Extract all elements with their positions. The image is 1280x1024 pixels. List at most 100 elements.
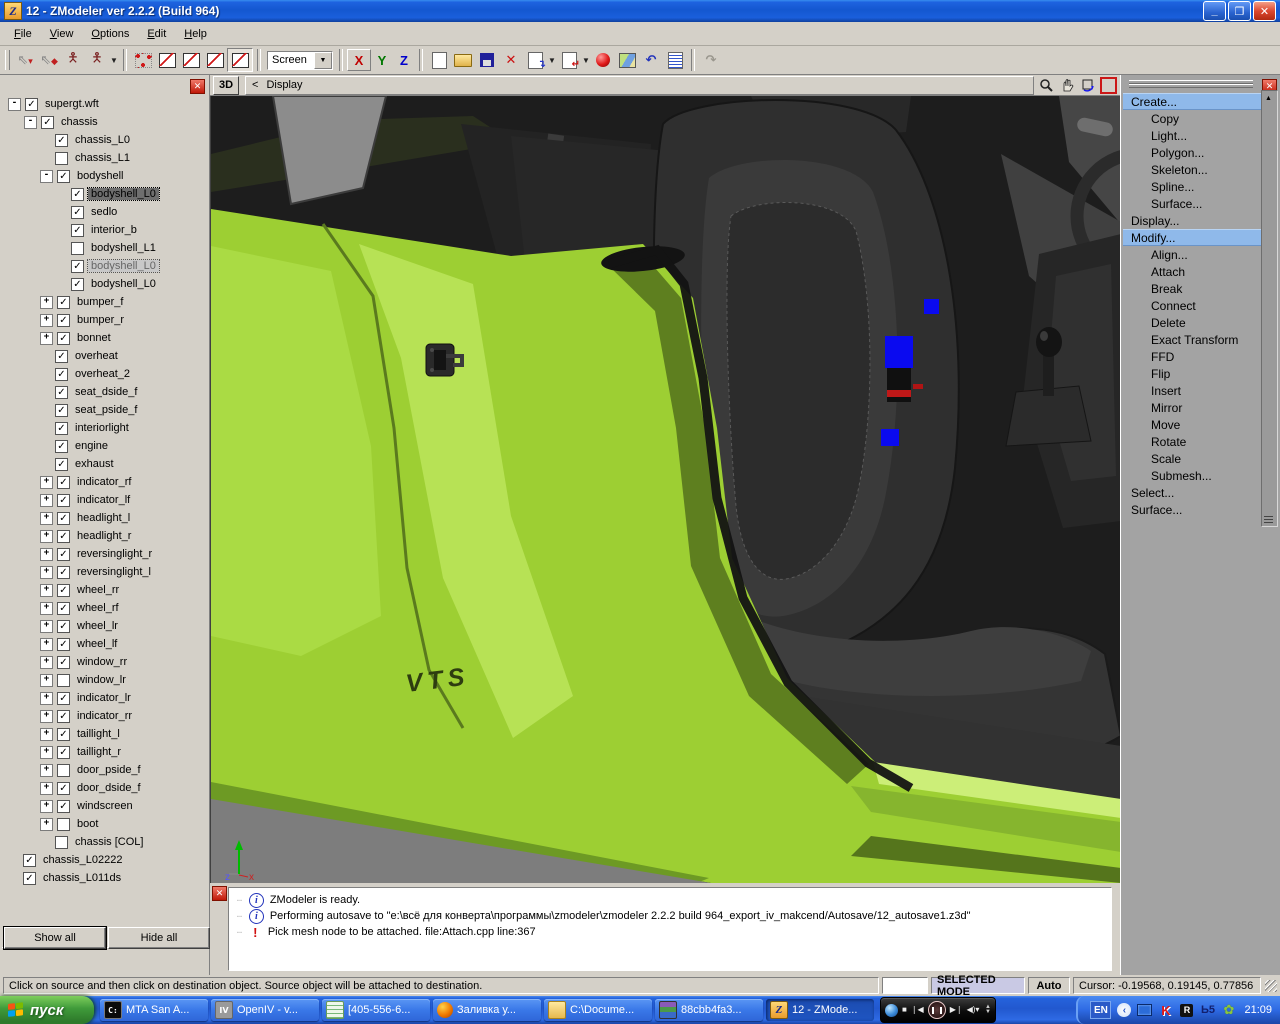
log-icon[interactable] [663,49,687,71]
tree-checkbox[interactable]: ✓ [55,440,68,453]
tree-row[interactable]: +✓reversinglight_r [2,545,206,563]
tree-item-seat-dside-f[interactable]: seat_dside_f [72,386,140,398]
expand-expander-icon[interactable]: + [40,638,53,651]
tree-checkbox[interactable]: ✓ [55,404,68,417]
panel-grip[interactable] [1129,84,1253,88]
material-editor-icon[interactable] [591,49,615,71]
tree-row[interactable]: +✓bonnet [2,329,206,347]
combobox-arrow-icon[interactable]: ▼ [314,52,332,69]
tree-row[interactable]: -✓chassis [2,113,206,131]
tree-row[interactable]: +boot [2,815,206,833]
tree-row[interactable]: ✓seat_dside_f [2,383,206,401]
tree-checkbox[interactable]: ✓ [71,260,84,273]
skeleton-dropdown-icon[interactable]: ▼ [109,49,119,71]
tree-row[interactable]: +✓indicator_lr [2,689,206,707]
tree-row[interactable]: +✓headlight_r [2,527,206,545]
tree-row[interactable]: chassis_L1 [2,149,206,167]
tree-item-bumper-r[interactable]: bumper_r [74,314,127,326]
expand-expander-icon[interactable]: + [40,692,53,705]
maximize-view-icon[interactable] [1099,77,1118,94]
import-dropdown-icon[interactable]: ▼ [547,49,557,71]
tree-checkbox[interactable]: ✓ [71,188,84,201]
tree-checkbox[interactable] [57,674,70,687]
tree-item-wheel-lf[interactable]: wheel_lf [74,638,120,650]
expand-expander-icon[interactable]: + [40,710,53,723]
polygons-level-icon[interactable] [203,49,227,71]
tree-item-bodyshell[interactable]: bodyshell [74,170,126,182]
collapse-expander-icon[interactable]: - [24,116,37,129]
bone-mode-icon[interactable]: 🯅 [85,49,109,71]
tree-checkbox[interactable]: ✓ [71,278,84,291]
tree-item-taillight-l[interactable]: taillight_l [74,728,123,740]
tree-item-chassis-l02222[interactable]: chassis_L02222 [40,854,126,866]
tree-row[interactable]: +✓indicator_lf [2,491,206,509]
b5-tray-item[interactable]: Ь5 [1200,1003,1215,1018]
breadcrumb-back[interactable]: < [252,79,258,91]
tree-checkbox[interactable]: ✓ [57,782,70,795]
tree-item-interior-b[interactable]: interior_b [88,224,140,236]
tree-checkbox[interactable] [57,818,70,831]
command-create[interactable]: Create... [1123,93,1261,110]
menu-edit[interactable]: Edit [139,25,174,43]
tree-row[interactable]: +✓headlight_l [2,509,206,527]
taskbar-button-openiv-v[interactable]: IVOpenIV - v... [211,999,319,1021]
tree-checkbox[interactable]: ✓ [57,656,70,669]
tree-item-window-rr[interactable]: window_rr [74,656,130,668]
command-polygon[interactable]: Polygon... [1123,144,1261,161]
edges-level-icon[interactable] [155,49,179,71]
tree-item-bodyshell-l0[interactable]: bodyshell_L0 [88,260,159,272]
view-3d-button[interactable]: 3D [213,76,239,95]
tree-row[interactable]: -✓bodyshell [2,167,206,185]
tree-row[interactable]: +✓wheel_rr [2,581,206,599]
tree-item-exhaust[interactable]: exhaust [72,458,117,470]
tree-checkbox[interactable]: ✓ [25,98,38,111]
tree-item-chassis-l0[interactable]: chassis_L0 [72,134,133,146]
tree-item-indicator-lr[interactable]: indicator_lr [74,692,134,704]
tree-checkbox[interactable]: ✓ [57,296,70,309]
tree-item-indicator-rf[interactable]: indicator_rf [74,476,134,488]
tree-item-headlight-r[interactable]: headlight_r [74,530,134,542]
tree-checkbox[interactable]: ✓ [55,134,68,147]
menu-file[interactable]: File [6,25,40,43]
tree-row[interactable]: ✓overheat [2,347,206,365]
tree-row[interactable]: +✓wheel_rf [2,599,206,617]
scroll-grip[interactable] [1264,516,1273,524]
expand-expander-icon[interactable]: + [40,800,53,813]
faces-level-icon[interactable] [179,49,203,71]
tree-row[interactable]: ✓chassis_L011ds [2,869,206,887]
tree-row[interactable]: +✓taillight_l [2,725,206,743]
taskbar-button-12-zmode[interactable]: Z12 - ZMode... [766,999,874,1021]
command-modify[interactable]: Modify... [1123,229,1261,246]
command-surface[interactable]: Surface... [1123,195,1261,212]
tree-item-wheel-rf[interactable]: wheel_rf [74,602,122,614]
tree-row[interactable]: +✓indicator_rf [2,473,206,491]
tree-checkbox[interactable]: ✓ [55,422,68,435]
expand-expander-icon[interactable]: + [40,332,53,345]
tree-row[interactable]: bodyshell_L1 [2,239,206,257]
command-move[interactable]: Move [1123,416,1261,433]
toolbar-grip[interactable] [5,50,10,70]
tree-row[interactable]: +✓taillight_r [2,743,206,761]
breadcrumb-label[interactable]: Display [266,79,302,91]
tree-checkbox[interactable] [71,242,84,255]
open-file-icon[interactable] [451,49,475,71]
command-select[interactable]: Select... [1123,484,1261,501]
stop-icon[interactable]: ■ [902,1006,907,1014]
export-dropdown-icon[interactable]: ▼ [581,49,591,71]
tree-checkbox[interactable]: ✓ [57,584,70,597]
next-icon[interactable]: ▶❘ [950,1006,963,1014]
tree-item-bodyshell-l1[interactable]: bodyshell_L1 [88,242,159,254]
viewport-3d[interactable]: VTS z x [210,96,1121,883]
hide-all-button[interactable]: Hide all [108,927,210,949]
tree-checkbox[interactable]: ✓ [57,314,70,327]
close-button[interactable]: ✕ [1253,1,1276,21]
tree-checkbox[interactable]: ✓ [23,872,36,885]
command-connect[interactable]: Connect [1123,297,1261,314]
tree-row[interactable]: ✓exhaust [2,455,206,473]
tree-checkbox[interactable]: ✓ [71,206,84,219]
resize-grip[interactable] [1265,980,1277,992]
undo-icon[interactable]: ↶ [639,49,663,71]
command-exact-transform[interactable]: Exact Transform [1123,331,1261,348]
tree-item-wheel-rr[interactable]: wheel_rr [74,584,122,596]
expand-expander-icon[interactable]: + [40,728,53,741]
